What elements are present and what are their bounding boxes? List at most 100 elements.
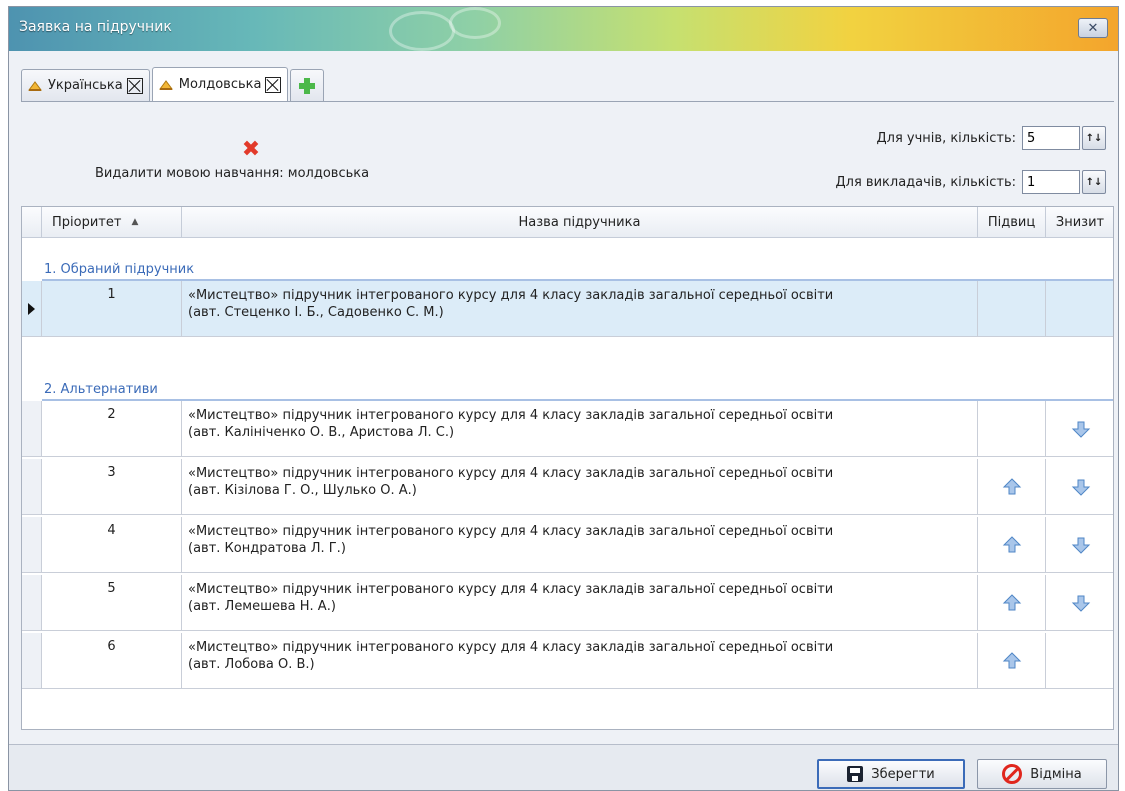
move-up-icon: [1002, 535, 1021, 552]
move-up-cell[interactable]: [978, 517, 1046, 573]
table-row[interactable]: 1 «Мистецтво» підручник інтегрованого кур…: [22, 281, 1113, 337]
teachers-quantity-row: Для викладачів, кількість: ↑↓: [835, 170, 1106, 194]
textbook-title: «Мистецтво» підручник інтегрованого курс…: [188, 466, 834, 481]
move-down-icon: [1071, 595, 1090, 612]
move-up-cell[interactable]: [978, 459, 1046, 515]
close-icon: ✕: [1087, 20, 1099, 36]
current-row-icon: [28, 303, 35, 315]
cancel-button[interactable]: Відміна: [977, 759, 1107, 789]
textbook-title: «Мистецтво» підручник інтегрованого курс…: [188, 640, 834, 655]
table-row[interactable]: 5 «Мистецтво» підручник інтегрованого кур…: [22, 575, 1113, 631]
header-up-label: Підвиц: [987, 214, 1036, 230]
move-down-icon: [1071, 421, 1090, 438]
textbook-title: «Мистецтво» підручник інтегрованого курс…: [188, 524, 834, 539]
tab-moldovan[interactable]: Молдовська: [151, 67, 289, 101]
delete-language-link[interactable]: Видалити мовою навчання: молдовська: [95, 166, 369, 181]
header-priority[interactable]: Пріоритет ▲: [42, 207, 182, 237]
row-indicator[interactable]: [22, 517, 42, 573]
floppy-disk-icon: [847, 766, 864, 782]
book-icon: [158, 79, 173, 90]
textbook-authors: (авт. Лобова О. В.): [188, 657, 315, 672]
delete-language-icon[interactable]: ✖: [241, 139, 261, 161]
header-down[interactable]: Знизит: [1046, 207, 1113, 237]
move-up-icon: [1002, 651, 1021, 668]
title-decoration: [389, 11, 455, 51]
table-row[interactable]: 6 «Мистецтво» підручник інтегрованого кур…: [22, 633, 1113, 689]
move-down-cell[interactable]: [1046, 401, 1113, 457]
title-bar[interactable]: Заявка на підручник ✕: [9, 7, 1118, 51]
header-indicator: [22, 207, 42, 237]
tab-close-icon[interactable]: [126, 77, 143, 94]
header-name[interactable]: Назва підручника: [182, 207, 978, 237]
students-spin-button[interactable]: ↑↓: [1082, 126, 1106, 150]
move-up-icon: [1002, 477, 1021, 494]
textbook-title: «Мистецтво» підручник інтегрованого курс…: [188, 582, 834, 597]
close-button[interactable]: ✕: [1078, 18, 1108, 38]
priority-cell: 1: [42, 281, 182, 337]
save-label: Зберегти: [871, 766, 935, 782]
table-row[interactable]: 2 «Мистецтво» підручник інтегрованого кур…: [22, 401, 1113, 457]
move-down-icon: [1071, 479, 1090, 496]
header-up[interactable]: Підвиц: [978, 207, 1046, 237]
group-header: 1. Обраний підручник: [42, 255, 1113, 281]
teachers-spin-button[interactable]: ↑↓: [1082, 170, 1106, 194]
table-row[interactable]: 3 «Мистецтво» підручник інтегрованого кур…: [22, 459, 1113, 515]
header-priority-label: Пріоритет: [52, 214, 122, 230]
move-down-cell: [1046, 281, 1113, 337]
table-row[interactable]: 4 «Мистецтво» підручник інтегрованого кур…: [22, 517, 1113, 573]
priority-cell: 6: [42, 633, 182, 689]
language-tabs: Українська Молдовська: [21, 67, 326, 101]
move-up-cell[interactable]: [978, 633, 1046, 689]
move-up-icon: [1002, 593, 1021, 610]
plus-icon: [299, 77, 316, 94]
sort-ascending-icon: ▲: [131, 217, 139, 227]
row-indicator[interactable]: [22, 575, 42, 631]
move-down-cell[interactable]: [1046, 459, 1113, 515]
group-label: 1. Обраний підручник: [44, 262, 195, 277]
students-quantity-input[interactable]: [1022, 126, 1080, 150]
row-indicator[interactable]: [22, 281, 42, 337]
tab-panel: ✖ Видалити мовою навчання: молдовська Дл…: [21, 101, 1114, 739]
add-tab-button[interactable]: [290, 69, 325, 101]
title-decoration: [449, 7, 501, 39]
move-down-icon: [1071, 537, 1090, 554]
row-indicator[interactable]: [22, 633, 42, 689]
row-indicator[interactable]: [22, 401, 42, 457]
tab-close-icon[interactable]: [265, 76, 282, 93]
window-title: Заявка на підручник: [19, 19, 172, 35]
move-down-cell[interactable]: [1046, 575, 1113, 631]
textbook-authors: (авт. Лемешева Н. А.): [188, 599, 336, 614]
priority-cell: 2: [42, 401, 182, 457]
dialog-footer: Зберегти Відміна: [9, 744, 1118, 790]
textbook-title: «Мистецтво» підручник інтегрованого курс…: [188, 288, 834, 303]
move-up-cell: [978, 281, 1046, 337]
teachers-label: Для викладачів, кількість:: [835, 174, 1017, 190]
move-up-cell: [978, 401, 1046, 457]
students-quantity-row: Для учнів, кількість: ↑↓: [876, 126, 1106, 150]
cancel-icon: [1002, 764, 1023, 784]
textbook-name-cell: «Мистецтво» підручник інтегрованого курс…: [182, 517, 978, 573]
header-down-label: Знизит: [1055, 214, 1105, 230]
tab-label: Молдовська: [178, 77, 262, 92]
textbook-name-cell: «Мистецтво» підручник інтегрованого курс…: [182, 459, 978, 515]
row-indicator[interactable]: [22, 459, 42, 515]
textbook-title: «Мистецтво» підручник інтегрованого курс…: [188, 408, 834, 423]
book-icon: [28, 80, 42, 91]
teachers-quantity-input[interactable]: [1022, 170, 1080, 194]
textbook-name-cell: «Мистецтво» підручник інтегрованого курс…: [182, 575, 978, 631]
move-up-cell[interactable]: [978, 575, 1046, 631]
textbook-name-cell: «Мистецтво» підручник інтегрованого курс…: [182, 633, 978, 689]
tab-ukrainian[interactable]: Українська: [21, 69, 150, 101]
priority-cell: 4: [42, 517, 182, 573]
textbook-authors: (авт. Калініченко О. В., Аристова Л. С.): [188, 425, 455, 440]
save-button[interactable]: Зберегти: [817, 759, 965, 789]
cancel-label: Відміна: [1030, 766, 1082, 782]
move-down-cell: [1046, 633, 1113, 689]
textbook-authors: (авт. Кізілова Г. О., Шулько О. А.): [188, 483, 417, 498]
header-name-label: Назва підручника: [518, 214, 641, 230]
students-label: Для учнів, кількість:: [876, 130, 1017, 146]
textbook-grid: Пріоритет ▲ Назва підручника Підвиц Зниз…: [21, 206, 1114, 730]
move-down-cell[interactable]: [1046, 517, 1113, 573]
dialog-window: Заявка на підручник ✕ Українська Молдовс…: [8, 6, 1119, 791]
textbook-name-cell: «Мистецтво» підручник інтегрованого курс…: [182, 281, 978, 337]
